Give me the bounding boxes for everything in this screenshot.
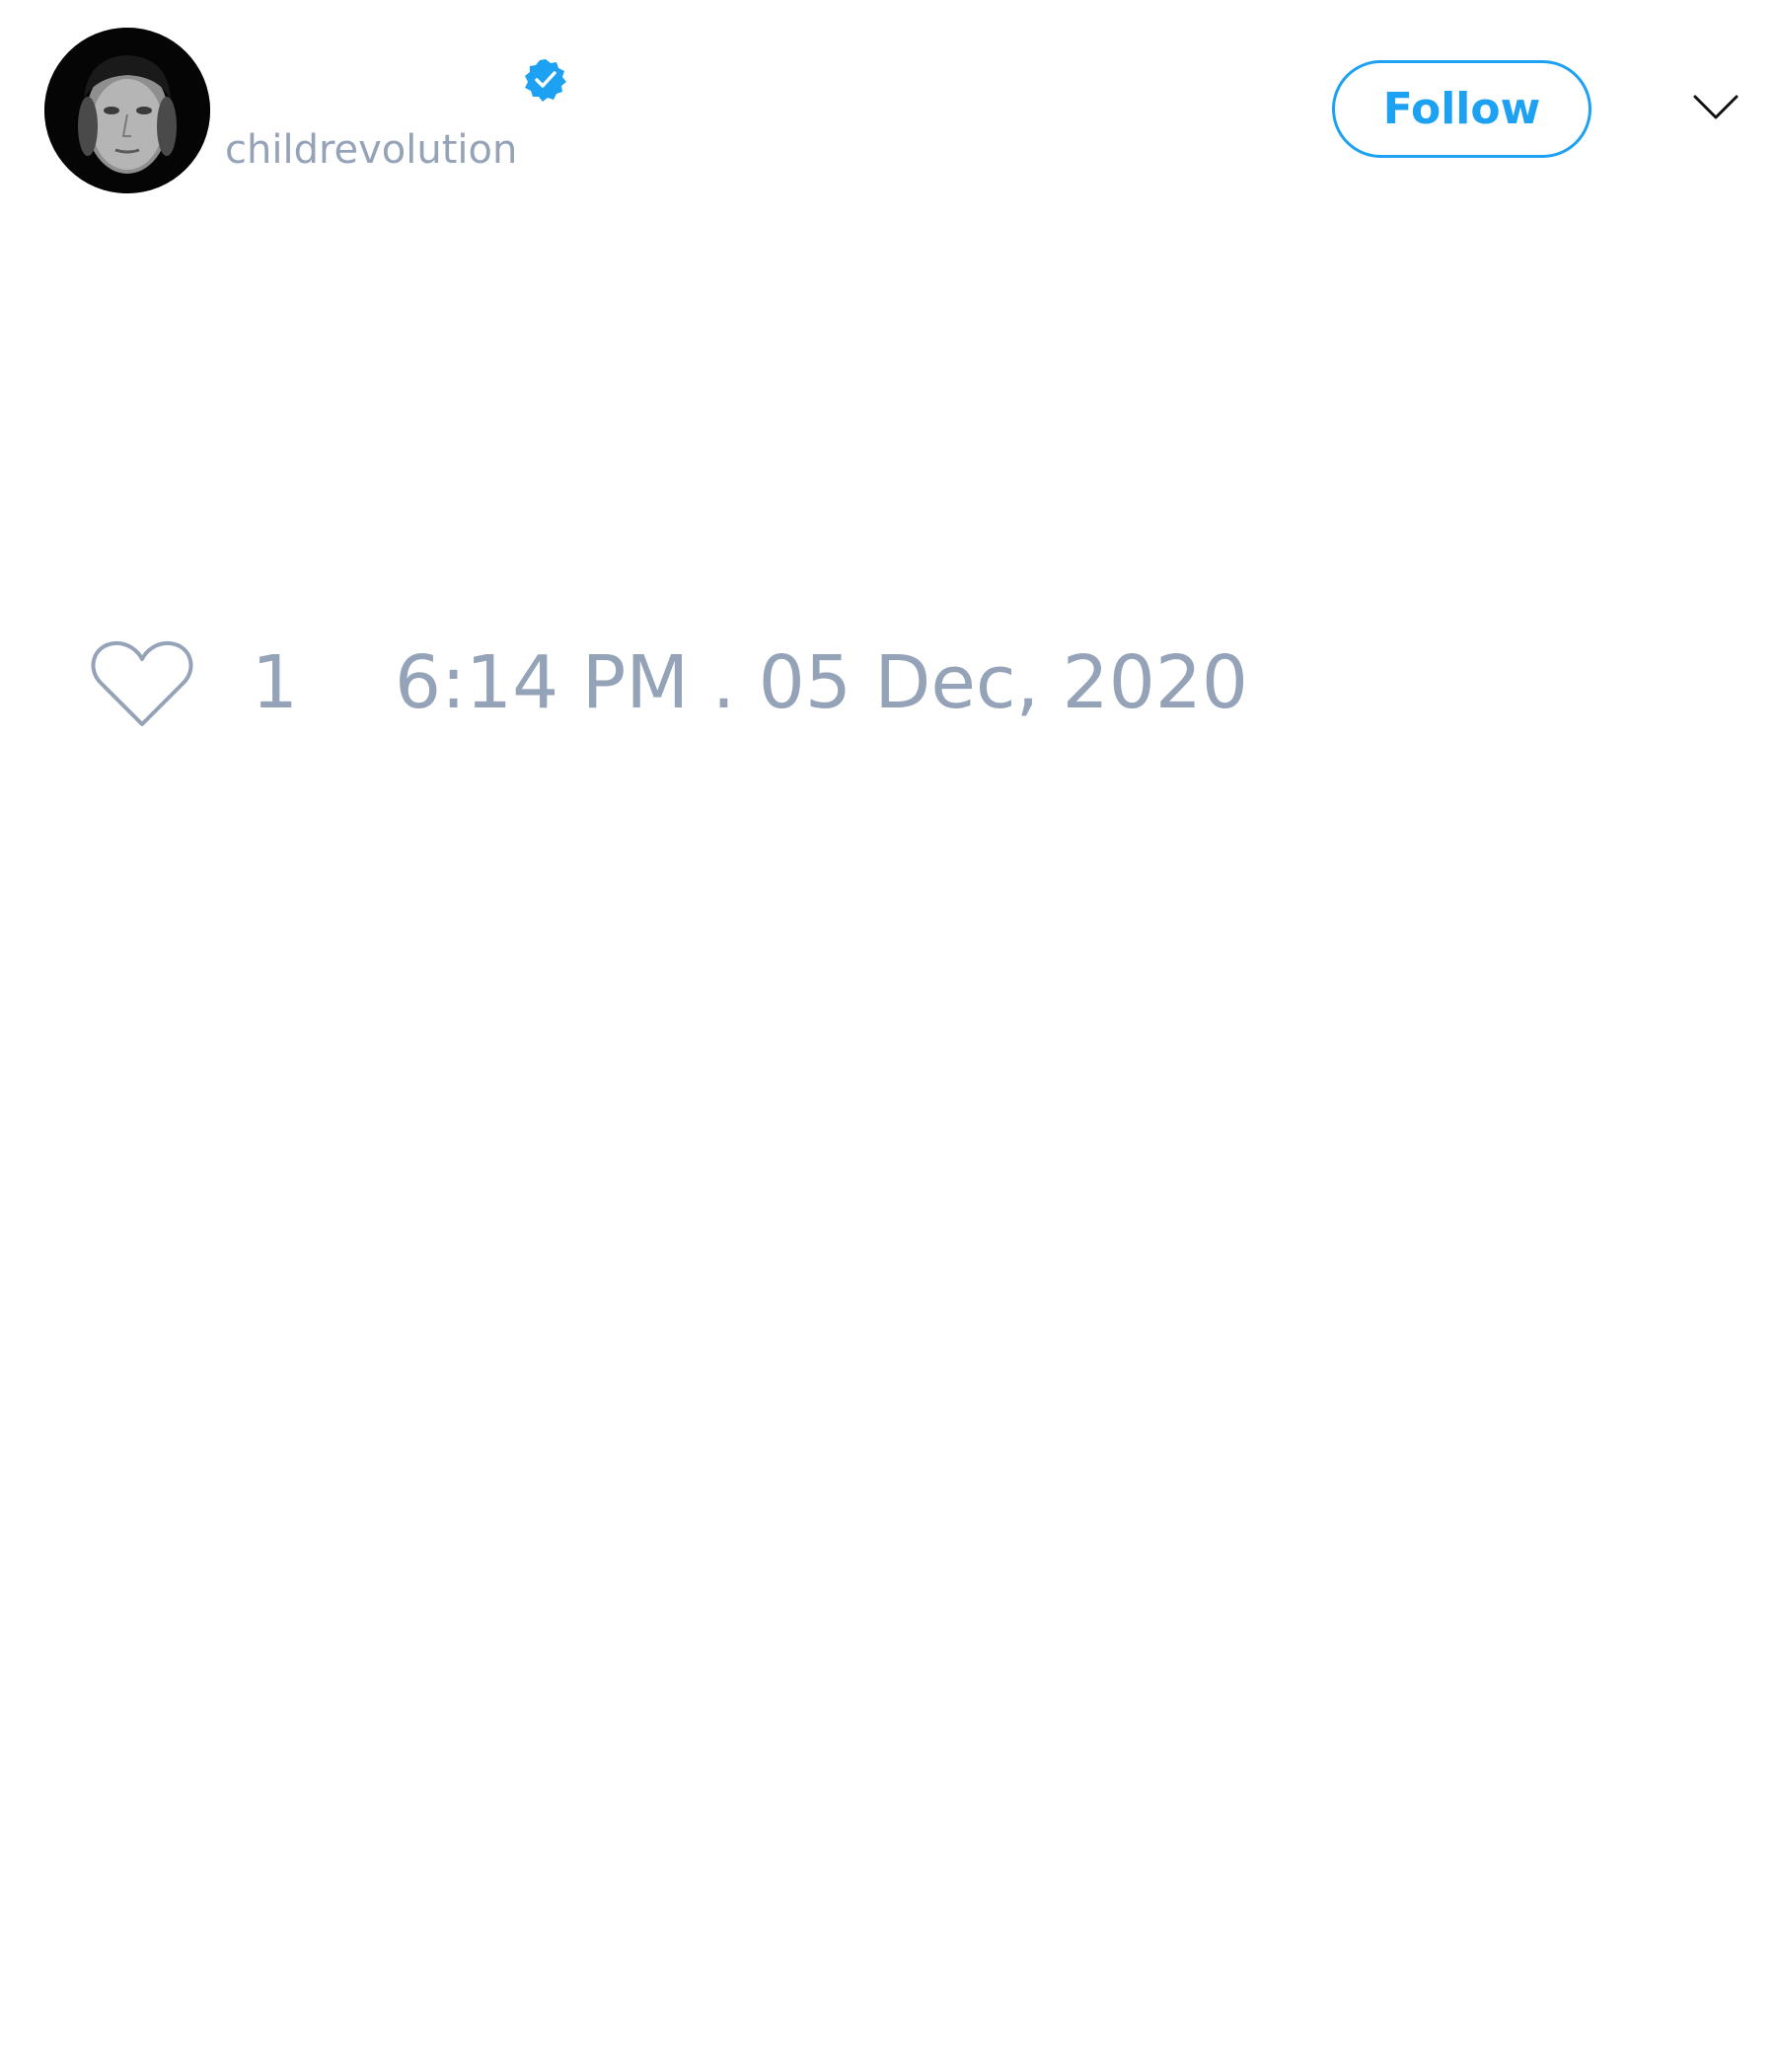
- chevron-down-icon[interactable]: [1692, 93, 1739, 122]
- verified-badge-icon: [523, 57, 568, 103]
- author-handle[interactable]: childrevolution: [225, 126, 517, 174]
- avatar[interactable]: [44, 28, 210, 193]
- tweet-stats-row: 1 6:14 PM . 05 Dec, 2020: [0, 631, 1776, 730]
- avatar-photo: [44, 28, 210, 193]
- heart-icon[interactable]: [89, 637, 195, 730]
- tweet-timestamp[interactable]: 6:14 PM . 05 Dec, 2020: [395, 641, 1248, 724]
- follow-button[interactable]: Follow: [1332, 60, 1591, 158]
- like-count: 1: [252, 640, 299, 725]
- tweet-card: childrevolution Follow 1 6:14 PM . 05 De…: [0, 0, 1776, 2072]
